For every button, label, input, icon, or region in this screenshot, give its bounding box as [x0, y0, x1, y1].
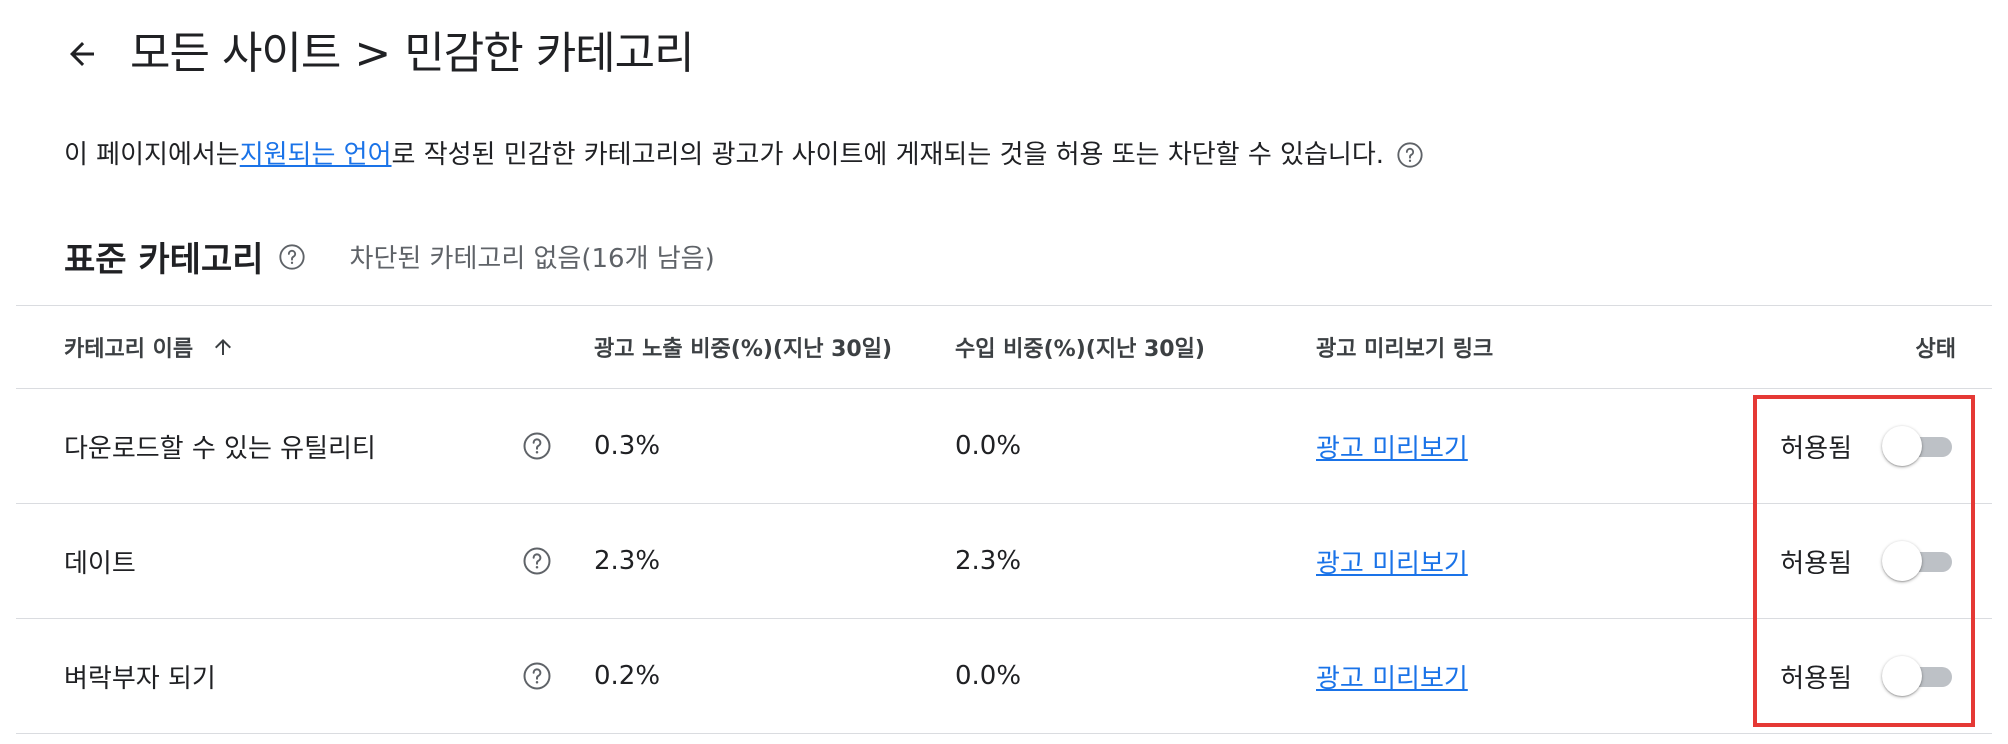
status-cell: 허용됨 [1780, 504, 1992, 618]
breadcrumb-separator: > [354, 28, 391, 79]
impressions-share: 0.2% [594, 661, 661, 691]
status-label: 허용됨 [1780, 663, 1852, 694]
impressions-share: 2.3% [594, 546, 661, 576]
standard-categories-header: 표준 카테고리 차단된 카테고리 없음(16개 남음) [64, 232, 715, 281]
help-circle-icon[interactable] [1396, 141, 1424, 169]
page-description: 이 페이지에서는 지원되는 언어 로 작성된 민감한 카테고리의 광고가 사이트… [64, 138, 1424, 172]
toggle-thumb [1882, 426, 1922, 466]
column-header-preview: 광고 미리보기 링크 [1316, 337, 1494, 362]
ad-preview-link[interactable]: 광고 미리보기 [1316, 543, 1468, 580]
column-header-name[interactable]: 카테고리 이름 [64, 306, 235, 388]
arrow-back-icon [70, 42, 94, 66]
table-row: 다운로드할 수 있는 유틸리티 0.3% 0.0% 광고 미리보기 허용됨 [16, 389, 1992, 503]
back-button[interactable] [60, 32, 104, 76]
toggle-thumb [1882, 656, 1922, 696]
status-toggle[interactable] [1882, 541, 1956, 581]
category-name: 벼락부자 되기 [64, 663, 216, 694]
page-header: 모든 사이트 > 민감한 카테고리 [60, 22, 695, 86]
description-suffix: 로 작성된 민감한 카테고리의 광고가 사이트에 게재되는 것을 허용 또는 차… [391, 140, 1384, 170]
status-toggle[interactable] [1882, 426, 1956, 466]
column-header-impressions[interactable]: 광고 노출 비중(%)(지난 30일) [594, 306, 892, 388]
categories-table: 카테고리 이름 광고 노출 비중(%)(지난 30일) 수입 비중(%)(지난 … [16, 305, 1992, 734]
table-row: 벼락부자 되기 0.2% 0.0% 광고 미리보기 허용됨 [16, 619, 1992, 733]
category-help[interactable] [522, 389, 552, 503]
impressions-share: 0.3% [594, 431, 661, 461]
toggle-thumb [1882, 541, 1922, 581]
help-circle-icon[interactable] [278, 243, 306, 271]
status-label: 허용됨 [1780, 433, 1852, 464]
revenue-share: 0.0% [955, 431, 1022, 461]
page-title: 민감한 카테고리 [404, 28, 694, 79]
revenue-share: 2.3% [955, 546, 1022, 576]
section-title: 표준 카테고리 [64, 240, 264, 280]
category-help[interactable] [522, 504, 552, 618]
table-row: 데이트 2.3% 2.3% 광고 미리보기 허용됨 [16, 504, 1992, 618]
category-help[interactable] [522, 619, 552, 733]
status-cell: 허용됨 [1780, 619, 1992, 733]
help-circle-icon[interactable] [522, 546, 552, 576]
column-header-status[interactable]: 상태 [1916, 306, 1956, 388]
blocked-summary: 차단된 카테고리 없음(16개 남음) [349, 244, 715, 274]
category-name: 데이트 [64, 548, 136, 579]
status-cell: 허용됨 [1780, 389, 1992, 503]
category-name: 다운로드할 수 있는 유틸리티 [64, 433, 376, 464]
divider [16, 733, 1992, 734]
help-circle-icon[interactable] [522, 431, 552, 461]
column-header-revenue[interactable]: 수입 비중(%)(지난 30일) [955, 306, 1205, 388]
table-header-row: 카테고리 이름 광고 노출 비중(%)(지난 30일) 수입 비중(%)(지난 … [16, 306, 1992, 388]
revenue-share: 0.0% [955, 661, 1022, 691]
breadcrumb-all-sites[interactable]: 모든 사이트 [130, 32, 341, 76]
page: 모든 사이트 > 민감한 카테고리 이 페이지에서는 지원되는 언어 로 작성된… [0, 0, 2008, 744]
ad-preview-link[interactable]: 광고 미리보기 [1316, 428, 1468, 465]
breadcrumb: 모든 사이트 > 민감한 카테고리 [130, 28, 695, 79]
help-circle-icon[interactable] [522, 661, 552, 691]
status-label: 허용됨 [1780, 548, 1852, 579]
column-header-name-label: 카테고리 이름 [64, 337, 194, 362]
status-toggle[interactable] [1882, 656, 1956, 696]
description-prefix: 이 페이지에서는 [64, 140, 240, 170]
supported-languages-link[interactable]: 지원되는 언어 [240, 138, 392, 172]
ad-preview-link[interactable]: 광고 미리보기 [1316, 658, 1468, 695]
table-body: 다운로드할 수 있는 유틸리티 0.3% 0.0% 광고 미리보기 허용됨 데이… [16, 389, 1992, 734]
arrow-upward-icon [215, 339, 232, 355]
